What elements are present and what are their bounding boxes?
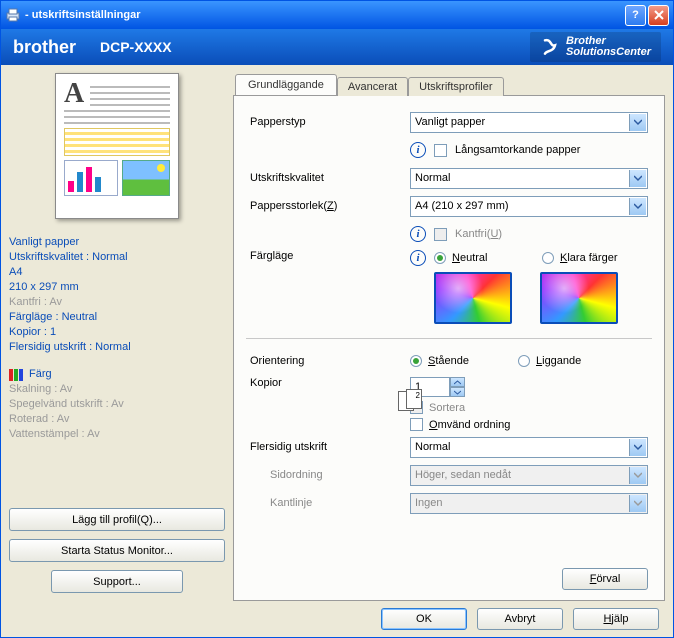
titlebar-help-button[interactable]: ? bbox=[625, 5, 646, 26]
ok-button[interactable]: OK bbox=[381, 608, 467, 630]
colormode-vivid-radio[interactable] bbox=[542, 252, 554, 264]
close-icon bbox=[654, 10, 664, 20]
papertype-select[interactable]: Vanligt papper bbox=[410, 112, 648, 133]
divider bbox=[246, 338, 652, 339]
tab-profiles[interactable]: Utskriftsprofiler bbox=[408, 77, 503, 96]
borderline-select: Ingen bbox=[410, 493, 648, 514]
slowdry-checkbox[interactable] bbox=[434, 144, 447, 157]
chevron-down-icon bbox=[629, 439, 646, 456]
multipage-select[interactable]: Normal bbox=[410, 437, 648, 458]
chevron-down-icon bbox=[629, 170, 646, 187]
quality-select[interactable]: Normal bbox=[410, 168, 648, 189]
papersize-label: Pappersstorlek(Z) bbox=[250, 200, 410, 212]
summary-borderless: Kantfri : Av bbox=[9, 295, 225, 310]
info-icon[interactable]: i bbox=[410, 226, 426, 242]
pageorder-select: Höger, sedan nedåt bbox=[410, 465, 648, 486]
papersize-select[interactable]: A4 (210 x 297 mm) bbox=[410, 196, 648, 217]
add-profile-button[interactable]: Lägg till profil(Q)... bbox=[9, 508, 225, 531]
colormode-neutral-thumb[interactable] bbox=[434, 272, 512, 324]
left-panel: A Vanligt papper Utskriftskvalitet : Nor… bbox=[9, 73, 225, 601]
summary-size-dim: 210 x 297 mm bbox=[9, 280, 225, 295]
orientation-portrait-label: Stående bbox=[428, 355, 469, 367]
printer-icon bbox=[5, 7, 21, 23]
summary-copies: Kopior : 1 bbox=[9, 325, 225, 340]
print-settings-window: - utskriftsinställningar ? brother DCP-X… bbox=[0, 0, 674, 638]
chevron-down-icon bbox=[629, 467, 646, 484]
summary-quality: Utskriftskvalitet : Normal bbox=[9, 250, 225, 265]
basic-panel: Papperstyp Vanligt papper i Långsamtorka… bbox=[233, 95, 665, 601]
colormode-neutral-radio[interactable] bbox=[434, 252, 446, 264]
borderline-label: Kantlinje bbox=[270, 497, 410, 509]
orientation-portrait-radio[interactable] bbox=[410, 355, 422, 367]
copies-spin-up[interactable] bbox=[450, 377, 465, 387]
copies-label: Kopior bbox=[250, 377, 410, 389]
borderless-checkbox[interactable] bbox=[434, 228, 447, 241]
sc-line2: SolutionsCenter bbox=[566, 46, 651, 58]
tabs: Grundläggande Avancerat Utskriftsprofile… bbox=[233, 73, 665, 95]
model-name: DCP-XXXX bbox=[100, 39, 172, 55]
summary-colormode: Färgläge : Neutral bbox=[9, 310, 225, 325]
colormode-vivid-label: Klara färger bbox=[560, 252, 617, 264]
collate-label: Sortera bbox=[429, 402, 465, 414]
summary-size-name: A4 bbox=[9, 265, 225, 280]
summary-color: Färg bbox=[29, 367, 52, 382]
reverse-order-label: Omvänd ordning bbox=[429, 419, 510, 431]
defaults-button[interactable]: Förval bbox=[562, 568, 648, 590]
summary-multipage: Flersidig utskrift : Normal bbox=[9, 340, 225, 355]
orientation-label: Orientering bbox=[250, 355, 410, 367]
chevron-down-icon bbox=[629, 114, 646, 131]
tab-basic[interactable]: Grundläggande bbox=[235, 74, 337, 95]
summary-mirror: Spegelvänd utskrift : Av bbox=[9, 397, 225, 412]
colormode-neutral-label: Neutral bbox=[452, 252, 487, 264]
support-button[interactable]: Support... bbox=[51, 570, 183, 593]
orientation-landscape-radio[interactable] bbox=[518, 355, 530, 367]
solutions-center-button[interactable]: BrotherSolutionsCenter bbox=[530, 32, 661, 62]
summary-rotated: Roterad : Av bbox=[9, 412, 225, 427]
cancel-button[interactable]: Avbryt bbox=[477, 608, 563, 630]
info-icon[interactable]: i bbox=[410, 250, 426, 266]
quality-label: Utskriftskvalitet bbox=[250, 172, 410, 184]
summary-info: Vanligt papper Utskriftskvalitet : Norma… bbox=[9, 235, 225, 442]
page-preview: A bbox=[55, 73, 179, 219]
tab-advanced[interactable]: Avancerat bbox=[337, 77, 408, 96]
brand-bar: brother DCP-XXXX BrotherSolutionsCenter bbox=[1, 29, 673, 65]
reverse-order-checkbox[interactable] bbox=[410, 418, 423, 431]
titlebar: - utskriftsinställningar ? bbox=[1, 1, 673, 29]
colormode-label: Färgläge bbox=[250, 250, 410, 262]
papertype-label: Papperstyp bbox=[250, 116, 410, 128]
dialog-footer: OK Avbryt Hjälp bbox=[1, 601, 673, 637]
colormode-vivid-thumb[interactable] bbox=[540, 272, 618, 324]
chevron-down-icon bbox=[629, 495, 646, 512]
chevron-down-icon bbox=[629, 198, 646, 215]
chevron-down-icon bbox=[454, 390, 461, 395]
slowdry-label: Långsamtorkande papper bbox=[455, 144, 580, 156]
solutions-center-icon bbox=[540, 37, 560, 57]
info-icon[interactable]: i bbox=[410, 142, 426, 158]
chevron-up-icon bbox=[454, 380, 461, 385]
summary-scaling: Skalning : Av bbox=[9, 382, 225, 397]
multipage-label: Flersidig utskrift bbox=[250, 441, 410, 453]
brand-logo: brother bbox=[13, 37, 76, 58]
titlebar-close-button[interactable] bbox=[648, 5, 669, 26]
color-icon bbox=[9, 369, 23, 381]
help-button[interactable]: Hjälp bbox=[573, 608, 659, 630]
status-monitor-button[interactable]: Starta Status Monitor... bbox=[9, 539, 225, 562]
summary-watermark: Vattenstämpel : Av bbox=[9, 427, 225, 442]
borderless-label: Kantfri(U) bbox=[455, 228, 502, 240]
collate-icon: 12 bbox=[398, 389, 428, 411]
window-title: - utskriftsinställningar bbox=[25, 9, 141, 21]
orientation-landscape-label: Liggande bbox=[536, 355, 581, 367]
pageorder-label: Sidordning bbox=[270, 469, 410, 481]
copies-spin-down[interactable] bbox=[450, 387, 465, 397]
summary-papertype: Vanligt papper bbox=[9, 235, 225, 250]
